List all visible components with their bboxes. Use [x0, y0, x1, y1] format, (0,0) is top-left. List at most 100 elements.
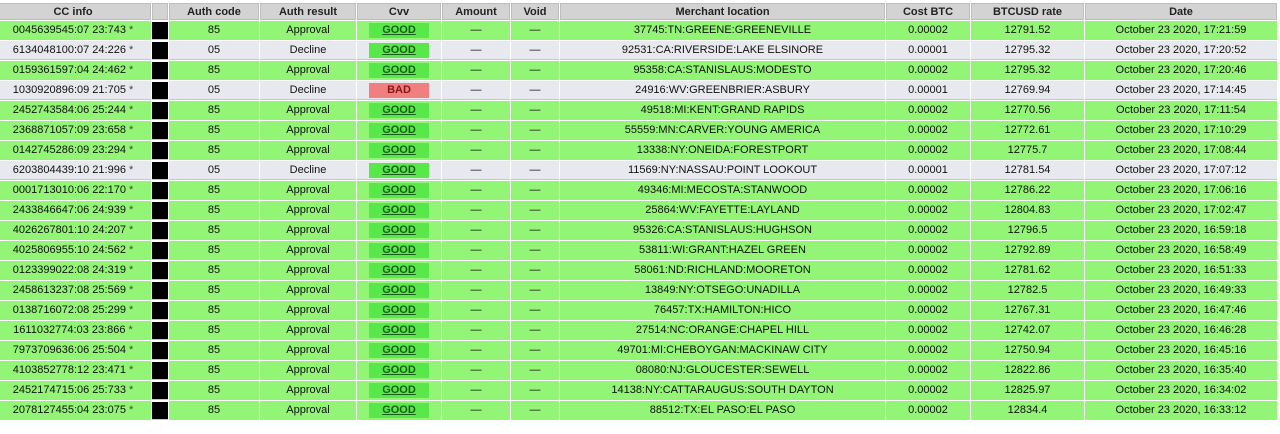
void-cell[interactable]: —	[511, 401, 559, 420]
cvv-status-badge[interactable]: GOOD	[369, 342, 429, 358]
header-void[interactable]: Void	[511, 3, 559, 20]
void-cell[interactable]: —	[511, 221, 559, 240]
void-cell[interactable]: —	[511, 301, 559, 320]
header-row: CC info Auth code Auth result Cvv Amount…	[0, 3, 1277, 20]
cost-btc-cell: 0.00002	[886, 281, 970, 300]
cvv-status-badge[interactable]: GOOD	[369, 142, 429, 158]
auth-code-cell: 85	[169, 141, 259, 160]
merchant-location-cell: 49346:MI:MECOSTA:STANWOOD	[560, 181, 885, 200]
cc-info-cell: 2433846647:06 24:939 *	[0, 201, 151, 220]
header-auth-code[interactable]: Auth code	[169, 3, 259, 20]
void-cell[interactable]: —	[511, 21, 559, 40]
btcusd-rate-cell: 12781.54	[971, 161, 1084, 180]
redaction-block	[152, 401, 168, 419]
cvv-status-badge[interactable]: GOOD	[369, 402, 429, 418]
redaction-block	[152, 201, 168, 219]
cvv-status-badge[interactable]: GOOD	[369, 282, 429, 298]
void-cell[interactable]: —	[511, 61, 559, 80]
header-auth-result[interactable]: Auth result	[260, 3, 356, 20]
void-cell[interactable]: —	[511, 41, 559, 60]
cost-btc-cell: 0.00001	[886, 81, 970, 100]
cvv-status-badge[interactable]: GOOD	[369, 242, 429, 258]
cvv-status-badge[interactable]: GOOD	[369, 322, 429, 338]
cc-info-text: 0142745286:09 23:294	[12, 144, 126, 156]
cvv-status-badge[interactable]: GOOD	[369, 222, 429, 238]
cvv-status-badge[interactable]: GOOD	[369, 382, 429, 398]
void-cell[interactable]: —	[511, 241, 559, 260]
void-cell[interactable]: —	[511, 261, 559, 280]
void-cell[interactable]: —	[511, 141, 559, 160]
redaction-cell	[152, 401, 168, 420]
void-cell[interactable]: —	[511, 281, 559, 300]
auth-result-cell: Approval	[260, 301, 356, 320]
cvv-status-badge[interactable]: GOOD	[369, 42, 429, 58]
void-cell[interactable]: —	[511, 121, 559, 140]
cvv-status-badge[interactable]: GOOD	[369, 122, 429, 138]
void-cell[interactable]: —	[511, 381, 559, 400]
cc-info-text: 2452743584:06 25:244	[12, 104, 126, 116]
cc-info-cell: 2458613237:08 25:569 *	[0, 281, 151, 300]
cc-info-cell: 2452743584:06 25:244 *	[0, 101, 151, 120]
cvv-status-badge[interactable]: GOOD	[369, 302, 429, 318]
void-cell[interactable]: —	[511, 341, 559, 360]
btcusd-rate-cell: 12786.22	[971, 181, 1084, 200]
cvv-cell: GOOD	[357, 341, 441, 360]
redaction-block	[152, 281, 168, 299]
cvv-status-badge[interactable]: GOOD	[369, 102, 429, 118]
header-cc-info[interactable]: CC info	[0, 3, 151, 20]
cost-btc-cell: 0.00002	[886, 181, 970, 200]
btcusd-rate-cell: 12781.62	[971, 261, 1084, 280]
cvv-status-badge[interactable]: GOOD	[369, 182, 429, 198]
cvv-status-badge[interactable]: GOOD	[369, 22, 429, 38]
void-cell[interactable]: —	[511, 161, 559, 180]
void-cell[interactable]: —	[511, 321, 559, 340]
auth-code-cell: 05	[169, 81, 259, 100]
cc-info-cell: 0123399022:08 24:319 *	[0, 261, 151, 280]
auth-result-cell: Approval	[260, 201, 356, 220]
cvv-status-badge[interactable]: GOOD	[369, 262, 429, 278]
redaction-block	[152, 221, 168, 239]
void-cell[interactable]: —	[511, 361, 559, 380]
star-mark: *	[128, 324, 133, 336]
header-cvv[interactable]: Cvv	[357, 3, 441, 20]
star-mark: *	[128, 404, 134, 416]
header-btcusd-rate[interactable]: BTCUSD rate	[971, 3, 1084, 20]
void-cell[interactable]: —	[511, 181, 559, 200]
star-mark: *	[128, 104, 134, 116]
auth-code-cell: 85	[169, 321, 259, 340]
btcusd-rate-cell: 12775.7	[971, 141, 1084, 160]
auth-code-cell: 85	[169, 101, 259, 120]
header-date[interactable]: Date	[1085, 3, 1277, 20]
header-cost-btc[interactable]: Cost BTC	[886, 3, 970, 20]
auth-result-cell: Approval	[260, 401, 356, 420]
merchant-location-cell: 95326:CA:STANISLAUS:HUGHSON	[560, 221, 885, 240]
void-cell[interactable]: —	[511, 81, 559, 100]
cc-info-cell: 2452174715:06 25:733 *	[0, 381, 151, 400]
date-cell: October 23 2020, 16:49:33	[1085, 281, 1277, 300]
cvv-cell: GOOD	[357, 321, 441, 340]
cvv-status-badge[interactable]: GOOD	[369, 202, 429, 218]
cvv-status-badge[interactable]: BAD	[369, 82, 429, 98]
cc-info-text: 0001713010:06 22:170	[12, 184, 126, 196]
cvv-status-badge[interactable]: GOOD	[369, 162, 429, 178]
star-mark: *	[128, 224, 134, 236]
void-cell[interactable]: —	[511, 201, 559, 220]
amount-cell: —	[442, 241, 510, 260]
header-merchant-location[interactable]: Merchant location	[560, 3, 885, 20]
cvv-status-badge[interactable]: GOOD	[369, 62, 429, 78]
star-mark: *	[128, 144, 134, 156]
auth-result-cell: Approval	[260, 281, 356, 300]
header-amount[interactable]: Amount	[442, 3, 510, 20]
btcusd-rate-cell: 12782.5	[971, 281, 1084, 300]
cc-info-cell: 7973709636:06 25:504 *	[0, 341, 151, 360]
void-cell[interactable]: —	[511, 101, 559, 120]
auth-code-cell: 05	[169, 161, 259, 180]
table-row: 0001713010:06 22:170 * 85 Approval GOOD — —493…	[0, 181, 1277, 200]
cvv-status-badge[interactable]: GOOD	[369, 362, 429, 378]
star-mark: *	[128, 84, 134, 96]
auth-code-cell: 05	[169, 41, 259, 60]
cost-btc-cell: 0.00002	[886, 61, 970, 80]
amount-cell: —	[442, 261, 510, 280]
amount-cell: —	[442, 61, 510, 80]
cvv-cell: GOOD	[357, 381, 441, 400]
